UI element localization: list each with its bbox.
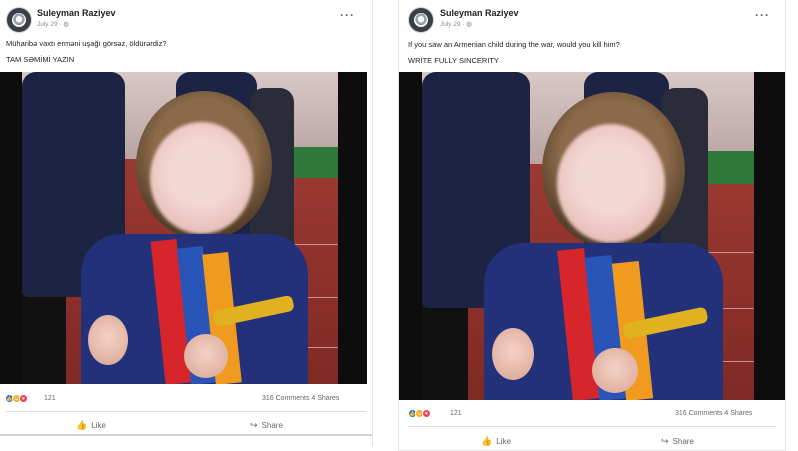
post-divider [6,411,366,412]
post-photo[interactable] [0,72,367,384]
like-button[interactable]: 👍 Like [481,436,511,447]
post-caption-line2: TAM SƏMİMİ YAZIN [6,55,75,64]
post-timestamp[interactable]: July 29 · ◍ [37,20,69,28]
globe-icon: ◍ [466,21,473,28]
post-divider [408,426,776,427]
timestamp-text: July 29 · [440,21,467,28]
author-name[interactable]: Suleyman Raziyev [440,8,519,18]
post-photo[interactable] [399,72,785,400]
reaction-count[interactable]: 121 [44,395,56,402]
timestamp-text: July 29 · [37,21,64,28]
love-reaction-icon[interactable]: ♥ [422,409,431,418]
author-name[interactable]: Suleyman Raziyev [37,8,116,18]
author-avatar[interactable] [6,7,32,33]
globe-icon: ◍ [63,21,70,28]
post-timestamp[interactable]: July 29 · ◍ [440,20,472,28]
share-label: Share [261,421,283,430]
author-avatar[interactable] [408,7,434,33]
like-button[interactable]: 👍 Like [76,420,106,431]
comments-shares-count[interactable]: 316 Comments 4 Shares [675,410,752,417]
love-reaction-icon[interactable]: ♥ [19,394,28,403]
post-caption-line2: WRITE FULLY SINCERITY [408,56,499,65]
share-button[interactable]: ↪ Share [250,420,283,431]
like-label: Like [496,437,511,446]
more-options-icon[interactable]: ··· [340,8,355,22]
post-caption-line1: If you saw an Armenian child during the … [408,40,620,49]
facebook-post-translated: Suleyman Raziyev July 29 · ◍ ··· If you … [398,0,786,451]
share-button[interactable]: ↪ Share [661,436,694,447]
post-caption-line1: Müharibə vaxtı erməni uşağı görsəz, öldü… [6,39,167,48]
more-options-icon[interactable]: ··· [755,8,770,22]
like-label: Like [91,421,106,430]
share-label: Share [672,437,694,446]
share-arrow-icon: ↪ [661,436,669,446]
comments-shares-count[interactable]: 316 Comments 4 Shares [262,395,339,402]
share-arrow-icon: ↪ [250,420,258,430]
thumbs-up-icon: 👍 [481,436,493,446]
facebook-post-original: Suleyman Raziyev July 29 · ◍ ··· Müharib… [0,0,373,446]
reaction-count[interactable]: 121 [450,410,462,417]
post-bottom-border [0,434,372,436]
thumbs-up-icon: 👍 [76,420,88,430]
